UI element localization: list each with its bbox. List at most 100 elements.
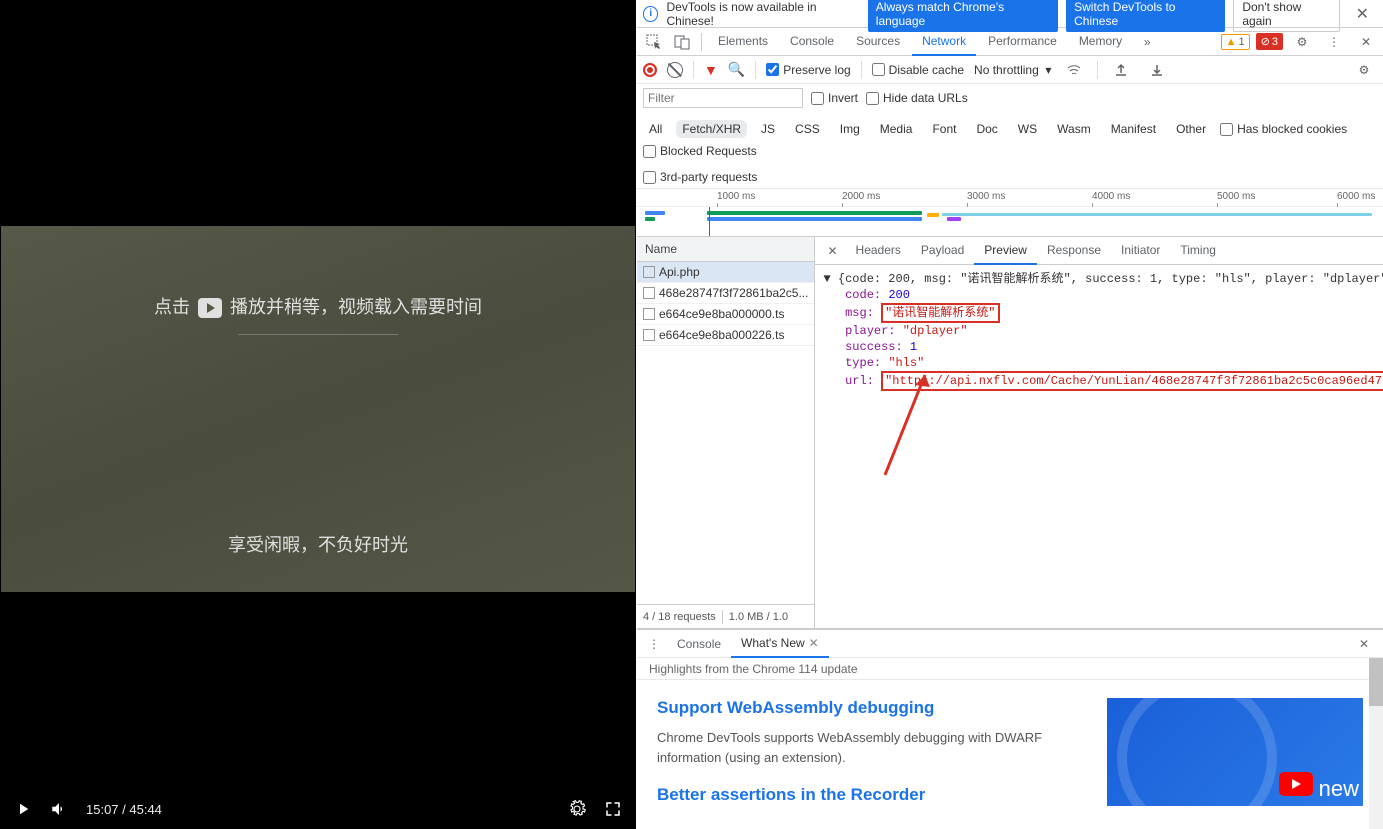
tab-timing[interactable]: Timing bbox=[1170, 237, 1226, 265]
tab-payload[interactable]: Payload bbox=[911, 237, 974, 265]
warnings-badge[interactable]: ▲1 bbox=[1221, 34, 1250, 50]
file-icon bbox=[643, 329, 655, 341]
filter-icon[interactable]: ▼ bbox=[704, 62, 718, 78]
drawer-tabs: ⋮ Console What's New✕ ✕ bbox=[637, 630, 1383, 658]
play-button[interactable] bbox=[14, 800, 32, 818]
tab-headers[interactable]: Headers bbox=[846, 237, 911, 265]
filter-bar: Invert Hide data URLs All Fetch/XHR JS C… bbox=[637, 84, 1383, 189]
video-overlay-text-2: 享受闲暇，不负好时光 bbox=[1, 531, 635, 557]
filter-css[interactable]: CSS bbox=[789, 120, 826, 138]
request-row[interactable]: 468e28747f3f72861ba2c5... bbox=[637, 283, 814, 304]
video-overlay-text-1: 点击 播放并稍等，视频载入需要时间 bbox=[1, 293, 635, 319]
filter-doc[interactable]: Doc bbox=[970, 120, 1003, 138]
record-button[interactable] bbox=[643, 63, 657, 77]
devtools-panel: i DevTools is now available in Chinese! … bbox=[637, 0, 1383, 829]
video-player[interactable]: 点击 播放并稍等，视频载入需要时间 享受闲暇，不负好时光 15:07 / 45:… bbox=[0, 0, 636, 829]
errors-badge[interactable]: ⊘3 bbox=[1256, 33, 1283, 50]
main-toolbar: Elements Console Sources Network Perform… bbox=[637, 28, 1383, 56]
tab-memory[interactable]: Memory bbox=[1069, 28, 1132, 56]
tick: 6000 ms bbox=[1337, 191, 1375, 202]
invert-checkbox[interactable]: Invert bbox=[811, 91, 858, 105]
tick: 3000 ms bbox=[967, 191, 1005, 202]
tab-sources[interactable]: Sources bbox=[846, 28, 910, 56]
tick: 2000 ms bbox=[842, 191, 880, 202]
filter-fetch-xhr[interactable]: Fetch/XHR bbox=[676, 120, 747, 138]
highlight-url: "https://api.nxflv.com/Cache/YunLian/468… bbox=[881, 371, 1383, 391]
highlight-msg: "诺讯智能解析系统" bbox=[881, 303, 999, 323]
fullscreen-icon[interactable] bbox=[604, 800, 622, 818]
scrollbar[interactable] bbox=[1369, 658, 1383, 829]
whatsnew-thumbnail[interactable]: new bbox=[1107, 698, 1363, 806]
filter-input[interactable] bbox=[643, 88, 803, 108]
thirdparty-checkbox[interactable]: 3rd-party requests bbox=[643, 170, 757, 184]
whatsnew-heading-2[interactable]: Better assertions in the Recorder bbox=[657, 785, 1087, 805]
preview-pane: ✕ Headers Payload Preview Response Initi… bbox=[815, 237, 1383, 628]
video-frame: 点击 播放并稍等，视频载入需要时间 享受闲暇，不负好时光 bbox=[1, 226, 635, 592]
request-footer: 4 / 18 requests1.0 MB / 1.0 bbox=[637, 604, 814, 628]
filter-js[interactable]: JS bbox=[755, 120, 781, 138]
preserve-log-checkbox[interactable]: Preserve log bbox=[766, 63, 850, 77]
tab-elements[interactable]: Elements bbox=[708, 28, 778, 56]
kebab-icon[interactable]: ⋮ bbox=[1321, 29, 1347, 55]
infobar: i DevTools is now available in Chinese! … bbox=[637, 0, 1383, 28]
drawer-kebab-icon[interactable]: ⋮ bbox=[641, 631, 667, 657]
tab-response[interactable]: Response bbox=[1037, 237, 1111, 265]
file-icon bbox=[643, 266, 655, 278]
divider bbox=[238, 334, 398, 335]
filter-all[interactable]: All bbox=[643, 120, 668, 138]
tab-network[interactable]: Network bbox=[912, 28, 976, 56]
file-icon bbox=[643, 308, 655, 320]
wifi-icon[interactable] bbox=[1061, 57, 1087, 83]
close-details-icon[interactable]: ✕ bbox=[819, 244, 845, 258]
column-header-name[interactable]: Name bbox=[637, 237, 814, 262]
tab-performance[interactable]: Performance bbox=[978, 28, 1067, 56]
drawer-tab-console[interactable]: Console bbox=[667, 631, 731, 657]
volume-button[interactable] bbox=[50, 800, 68, 818]
drawer: ⋮ Console What's New✕ ✕ Highlights from … bbox=[637, 629, 1383, 829]
request-row[interactable]: e664ce9e8ba000226.ts bbox=[637, 325, 814, 346]
dont-show-button[interactable]: Don't show again bbox=[1233, 0, 1339, 32]
close-infobar-icon[interactable]: ✕ bbox=[1348, 4, 1377, 24]
tick: 1000 ms bbox=[717, 191, 755, 202]
filter-ws[interactable]: WS bbox=[1012, 120, 1043, 138]
disable-cache-checkbox[interactable]: Disable cache bbox=[872, 63, 964, 77]
close-drawer-icon[interactable]: ✕ bbox=[1349, 637, 1379, 651]
gear-icon[interactable]: ⚙ bbox=[1289, 29, 1315, 55]
detail-tabs: ✕ Headers Payload Preview Response Initi… bbox=[815, 237, 1383, 265]
upload-icon[interactable] bbox=[1108, 57, 1134, 83]
timeline-overview[interactable]: 1000 ms 2000 ms 3000 ms 4000 ms 5000 ms … bbox=[637, 189, 1383, 237]
whatsnew-paragraph: Chrome DevTools supports WebAssembly deb… bbox=[657, 728, 1087, 767]
tab-preview[interactable]: Preview bbox=[974, 237, 1037, 265]
blocked-cookies-checkbox[interactable]: Has blocked cookies bbox=[1220, 122, 1347, 136]
filter-other[interactable]: Other bbox=[1170, 120, 1212, 138]
close-tab-icon[interactable]: ✕ bbox=[809, 636, 819, 650]
json-preview[interactable]: ▼ {code: 200, msg: "诺讯智能解析系统", success: … bbox=[815, 265, 1383, 628]
drawer-tab-whatsnew[interactable]: What's New✕ bbox=[731, 630, 829, 658]
settings-icon[interactable] bbox=[568, 800, 586, 818]
search-icon[interactable]: 🔍 bbox=[728, 61, 745, 78]
request-row[interactable]: Api.php bbox=[637, 262, 814, 283]
download-icon[interactable] bbox=[1144, 57, 1170, 83]
video-controls: 15:07 / 45:44 bbox=[0, 789, 636, 829]
file-icon bbox=[643, 287, 655, 299]
filter-font[interactable]: Font bbox=[926, 120, 962, 138]
tab-initiator[interactable]: Initiator bbox=[1111, 237, 1170, 265]
blocked-requests-checkbox[interactable]: Blocked Requests bbox=[643, 144, 757, 158]
filter-wasm[interactable]: Wasm bbox=[1051, 120, 1097, 138]
tab-console[interactable]: Console bbox=[780, 28, 844, 56]
device-icon[interactable] bbox=[669, 29, 695, 55]
filter-manifest[interactable]: Manifest bbox=[1105, 120, 1162, 138]
filter-img[interactable]: Img bbox=[834, 120, 866, 138]
play-icon bbox=[198, 298, 222, 318]
more-tabs-icon[interactable]: » bbox=[1134, 29, 1160, 55]
request-row[interactable]: e664ce9e8ba000000.ts bbox=[637, 304, 814, 325]
close-devtools-icon[interactable]: ✕ bbox=[1353, 29, 1379, 55]
network-settings-icon[interactable]: ⚙ bbox=[1351, 57, 1377, 83]
filter-media[interactable]: Media bbox=[874, 120, 919, 138]
throttling-select[interactable]: No throttling ▾ bbox=[974, 63, 1051, 77]
inspect-icon[interactable] bbox=[641, 29, 667, 55]
timeline-cursor bbox=[709, 207, 710, 236]
hide-data-urls-checkbox[interactable]: Hide data URLs bbox=[866, 91, 968, 105]
whatsnew-heading-1[interactable]: Support WebAssembly debugging bbox=[657, 698, 1087, 718]
clear-button[interactable] bbox=[667, 62, 683, 78]
